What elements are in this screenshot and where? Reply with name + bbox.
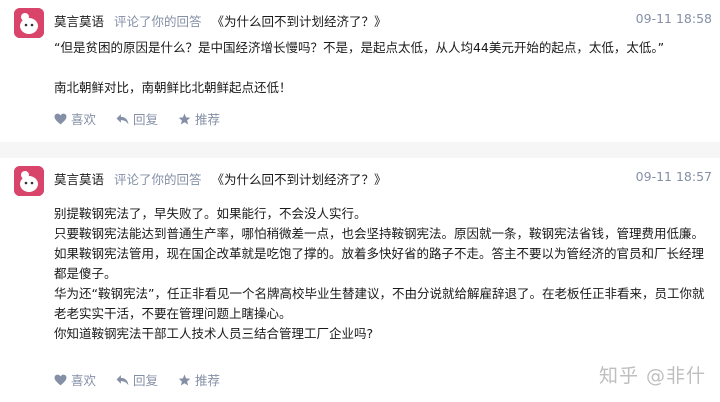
comment-line: 如果鞍钢宪法管用，现在国企改革就是吃饱了撑的。放着多快好省的路子不走。答主不要以…: [54, 246, 705, 281]
star-icon: [178, 374, 191, 385]
reply-icon: [116, 374, 129, 385]
reply-button[interactable]: 回复: [116, 370, 158, 389]
comment-header: 莫言莫语 评论了你的回答 《为什么回不到计划经济了？》: [54, 11, 387, 30]
reply-icon: [116, 113, 129, 124]
question-link[interactable]: 《为什么回不到计划经济了？》: [212, 14, 387, 29]
timestamp: 09-11 18:57: [635, 169, 712, 184]
comment-line: “但是贫困的原因是什么？是中国经济增长慢吗？不是，是起点太低，从人均44美元开始…: [54, 40, 665, 55]
comment-card: 莫言莫语 评论了你的回答 《为什么回不到计划经济了？》 09-11 18:58 …: [0, 0, 720, 142]
question-link[interactable]: 《为什么回不到计划经济了？》: [212, 172, 387, 187]
avatar[interactable]: [14, 8, 44, 38]
user-name[interactable]: 莫言莫语: [54, 172, 104, 187]
like-label: 喜欢: [71, 112, 97, 127]
like-label: 喜欢: [71, 373, 97, 388]
reply-button[interactable]: 回复: [116, 109, 158, 128]
heart-icon: [54, 113, 67, 124]
comment-header: 莫言莫语 评论了你的回答 《为什么回不到计划经济了？》: [54, 169, 387, 188]
action-bar: 喜欢 回复 推荐: [54, 370, 240, 389]
comment-line: 华为还“鞍钢宪法”，任正非看见一个名牌高校毕业生替建议，不由分说就给解雇辞退了。…: [54, 286, 705, 321]
like-button[interactable]: 喜欢: [54, 370, 96, 389]
divider: [0, 142, 720, 158]
watermark: 知乎 @非什: [598, 365, 706, 387]
avatar-icon: [14, 8, 44, 38]
comment-line: 你知道鞍钢宪法干部工人技术人员三结合管理工厂企业吗?: [54, 326, 374, 341]
comment-line: 别提鞍钢宪法了，早失败了。如果能行，不会没人实行。: [54, 206, 367, 221]
comment-line: 南北朝鲜对比，南朝鲜比北朝鲜起点还低！: [54, 80, 292, 95]
comment-line: 只要鞍钢宪法能达到普通生产率，哪怕稍微差一点，也会坚持鞍钢宪法。原因就一条，鞍钢…: [54, 226, 705, 241]
comment-body: 别提鞍钢宪法了，早失败了。如果能行，不会没人实行。 只要鞍钢宪法能达到普通生产率…: [54, 204, 710, 344]
action-bar: 喜欢 回复 推荐: [54, 109, 240, 128]
recommend-button[interactable]: 推荐: [178, 370, 220, 389]
avatar[interactable]: [14, 166, 44, 196]
recommend-label: 推荐: [195, 112, 221, 127]
star-icon: [178, 113, 191, 124]
comment-body: “但是贫困的原因是什么？是中国经济增长慢吗？不是，是起点太低，从人均44美元开始…: [54, 38, 710, 98]
recommend-button[interactable]: 推荐: [178, 109, 220, 128]
like-button[interactable]: 喜欢: [54, 109, 96, 128]
timestamp: 09-11 18:58: [635, 11, 712, 26]
action-text: 评论了你的回答: [114, 14, 202, 29]
reply-label: 回复: [133, 112, 159, 127]
avatar-icon: [14, 166, 44, 196]
recommend-label: 推荐: [195, 373, 221, 388]
action-text: 评论了你的回答: [114, 172, 202, 187]
heart-icon: [54, 374, 67, 385]
user-name[interactable]: 莫言莫语: [54, 14, 104, 29]
reply-label: 回复: [133, 373, 159, 388]
